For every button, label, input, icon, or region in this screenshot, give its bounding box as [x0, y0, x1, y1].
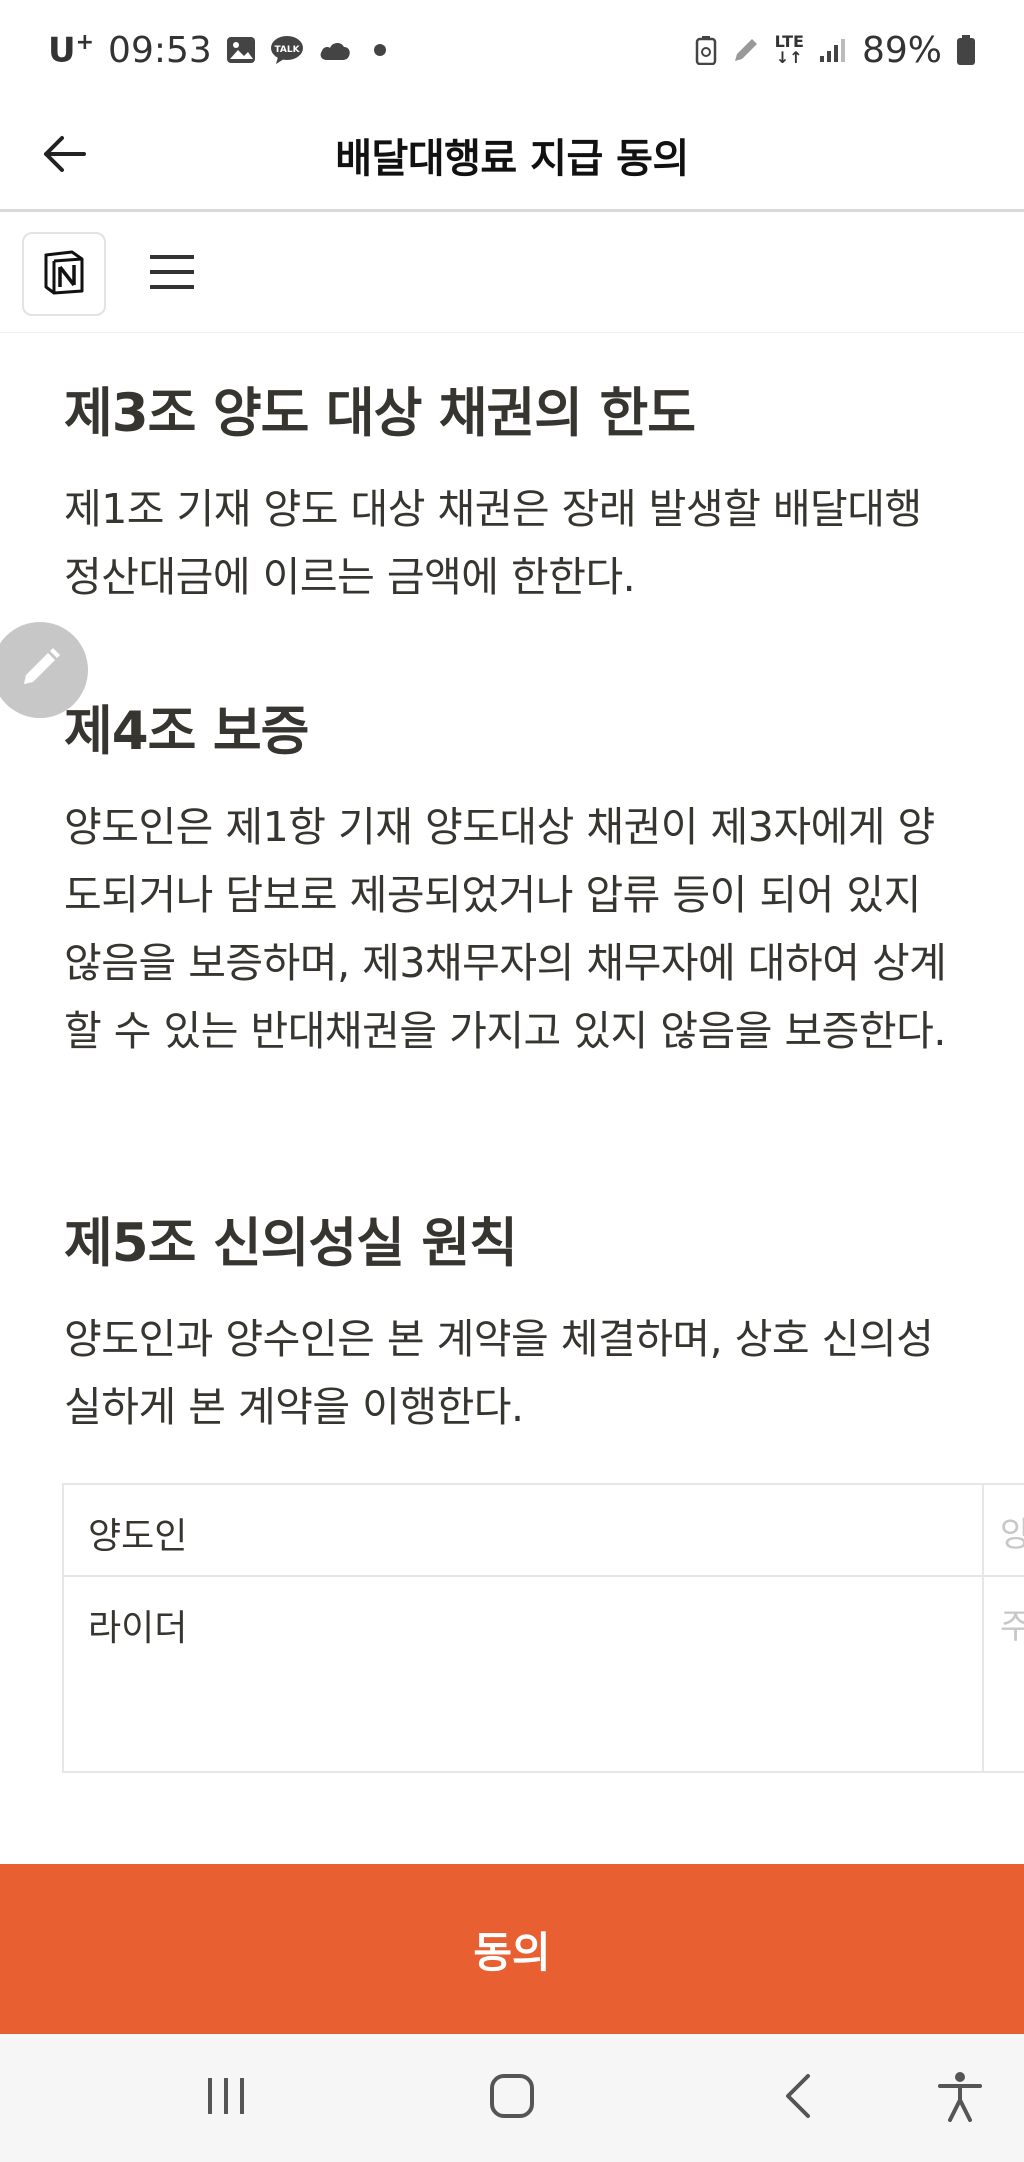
- back-arrow-icon: [40, 130, 88, 182]
- status-left: U+ 09:53 TALK: [48, 30, 386, 71]
- table-row: 양도인 양: [64, 1485, 1024, 1577]
- article-heading: 제4조 보증: [64, 701, 309, 762]
- pen-icon: [731, 35, 761, 65]
- carrier-sup: +: [75, 29, 95, 55]
- carrier-name: U: [48, 30, 76, 71]
- table-cell: 양도인: [64, 1485, 984, 1575]
- accessibility-icon: [936, 2070, 984, 2126]
- nav-back-icon: [780, 2072, 816, 2124]
- menu-button[interactable]: [144, 246, 200, 302]
- article-body: 양도인은 제1항 기재 양도대상 채권이 제3자에게 양도되거나 담보로 제공되…: [64, 802, 947, 1055]
- notion-logo-button[interactable]: [22, 231, 106, 316]
- status-bar: U+ 09:53 TALK LTE ↓↑ 89%: [0, 0, 1024, 100]
- lte-icon: LTE ↓↑: [775, 34, 804, 66]
- battery-icon: [956, 34, 976, 66]
- recent-apps-icon: [204, 2076, 248, 2120]
- svg-text:TALK: TALK: [274, 45, 300, 55]
- battery-saver-icon: [695, 35, 717, 65]
- hamburger-menu-icon: [148, 252, 196, 296]
- kakaotalk-icon: TALK: [270, 35, 304, 65]
- system-nav-bar: [0, 2034, 1024, 2162]
- table-row: 라이더 주: [64, 1577, 1024, 1771]
- accessibility-button[interactable]: [920, 2058, 1000, 2138]
- signal-icon: [818, 36, 848, 64]
- article-body: 제1조 기재 양도 대상 채권은 장래 발생할 배달대행 정산대금에 이르는 금…: [64, 484, 922, 601]
- article-heading: 제3조 양도 대상 채권의 한도: [64, 383, 696, 444]
- battery-percent: 89%: [861, 29, 942, 71]
- home-icon: [488, 2072, 536, 2124]
- recent-apps-button[interactable]: [186, 2058, 266, 2138]
- status-right: LTE ↓↑ 89%: [695, 30, 976, 71]
- home-button[interactable]: [472, 2058, 552, 2138]
- clock: 09:53: [108, 29, 212, 71]
- notion-logo-icon: [42, 249, 86, 299]
- article-5: 제5조 신의성실 원칙 양도인과 양수인은 본 계약을 체결하며, 상호 신의성…: [64, 1210, 964, 1441]
- gallery-icon: [226, 36, 256, 64]
- pencil-icon: [16, 644, 64, 696]
- article-heading: 제5조 신의성실 원칙: [64, 1213, 518, 1274]
- nav-back-button[interactable]: [758, 2058, 838, 2138]
- table-cell-partial: 양: [984, 1485, 1024, 1575]
- notion-toolbar: [0, 215, 1024, 333]
- article-4: 제4조 보증 양도인은 제1항 기재 양도대상 채권이 제3자에게 양도되거나 …: [64, 698, 964, 1065]
- agree-button[interactable]: 동의: [0, 1864, 1024, 2034]
- article-body: 양도인과 양수인은 본 계약을 체결하며, 상호 신의성실하게 본 계약을 이행…: [64, 1314, 934, 1431]
- app-header: 배달대행료 지급 동의: [0, 100, 1024, 212]
- data-arrows-icon: ↓↑: [775, 48, 803, 67]
- notification-dot: [373, 44, 386, 56]
- table-cell-partial: 주: [984, 1577, 1024, 1771]
- back-button[interactable]: [30, 122, 98, 190]
- article-3: 제3조 양도 대상 채권의 한도 제1조 기재 양도 대상 채권은 장래 발생할…: [64, 380, 964, 611]
- page-title: 배달대행료 지급 동의: [335, 135, 689, 182]
- carrier-label: U+: [48, 30, 94, 70]
- signature-table[interactable]: 양도인 양 라이더 주: [62, 1483, 1024, 1773]
- cloud-icon: [318, 38, 352, 62]
- table-cell: 라이더: [64, 1577, 984, 1771]
